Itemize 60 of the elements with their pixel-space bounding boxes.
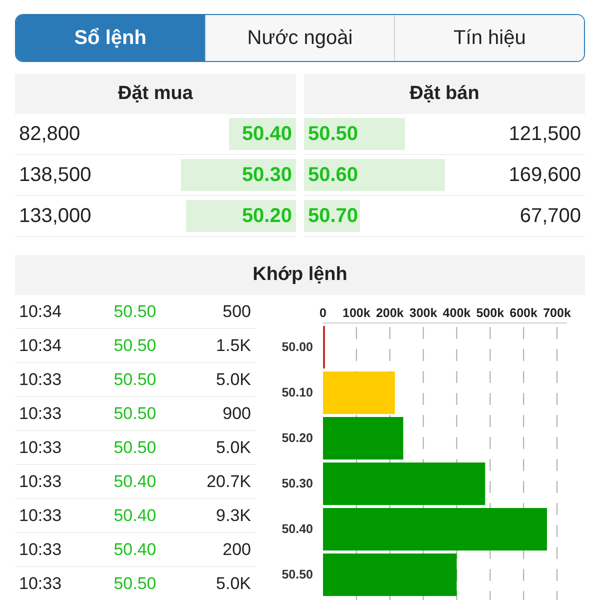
axis-tick-label: 300k [409, 306, 438, 320]
tab[interactable]: Tín hiệu [394, 15, 584, 61]
axis-category-label: 50.20 [282, 430, 313, 445]
buy-volume: 82,800 [19, 122, 80, 146]
sell-volume: 169,600 [508, 164, 581, 186]
chart-bar [323, 372, 395, 414]
trade-volume: 900 [222, 404, 251, 424]
column-header: Đặt bán [304, 74, 585, 114]
trade-volume: 20.7K [206, 472, 251, 492]
trade-time: 10:33 [19, 574, 63, 594]
trade-volume: 5.0K [215, 438, 251, 458]
trade-volume: 5.0K [215, 574, 251, 594]
axis-tick-label: 400k [442, 306, 471, 320]
trade-time: 10:33 [19, 540, 63, 560]
trade-price: 50.50 [112, 404, 158, 424]
buy-price: 50.40 [242, 122, 292, 146]
axis-tick-label: 200k [376, 306, 404, 320]
trade-time: 10:33 [19, 370, 63, 390]
trade-volume: 500 [222, 302, 251, 322]
buy-price: 50.20 [242, 204, 292, 228]
trade-volume: 200 [222, 540, 251, 560]
buy-volume: 138,500 [19, 164, 92, 186]
sell-price: 50.60 [308, 164, 358, 186]
buy-volume: 133,000 [19, 204, 92, 228]
trade-price: 50.40 [112, 472, 158, 492]
trade-price: 50.40 [112, 506, 158, 526]
sell-price: 50.50 [308, 122, 358, 146]
trade-time: 10:33 [19, 506, 63, 526]
tab[interactable]: Sổ lệnh [16, 15, 205, 61]
axis-tick-label: 500k [476, 306, 504, 320]
trade-price: 50.50 [112, 336, 158, 356]
trade-price: 50.50 [112, 302, 158, 322]
trade-time: 10:33 [19, 404, 63, 424]
axis-tick-label: 100k [342, 306, 370, 320]
trade-time: 10:34 [19, 302, 63, 322]
trade-time: 10:34 [19, 336, 63, 356]
axis-category-label: 50.10 [282, 385, 313, 400]
trade-volume: 5.0K [215, 370, 251, 390]
trade-time: 10:33 [19, 438, 63, 458]
sell-price: 50.70 [308, 204, 358, 228]
trade-volume: 9.3K [215, 506, 251, 526]
column-header: Đặt mua [15, 74, 296, 114]
sell-volume: 121,500 [508, 122, 581, 146]
section-header: Khớp lệnh [15, 255, 585, 295]
sell-volume: 67,700 [520, 204, 581, 228]
trade-price: 50.50 [112, 438, 158, 458]
axis-tick-label: 700k [543, 306, 571, 320]
buy-price: 50.30 [242, 164, 292, 186]
axis-category-label: 50.40 [282, 522, 313, 536]
axis-tick-label: 600k [510, 306, 538, 320]
axis-category-label: 50.50 [282, 567, 313, 582]
trade-time: 10:33 [19, 472, 63, 492]
axis-category-label: 50.00 [282, 340, 313, 354]
axis-category-label: 50.30 [282, 476, 313, 490]
trade-price: 50.40 [112, 540, 158, 560]
trade-price: 50.50 [112, 574, 158, 594]
tab[interactable]: Nước ngoài [204, 15, 394, 61]
trade-volume: 1.5K [215, 336, 251, 356]
trade-price: 50.50 [112, 370, 158, 390]
axis-tick-label: 0 [320, 306, 326, 320]
